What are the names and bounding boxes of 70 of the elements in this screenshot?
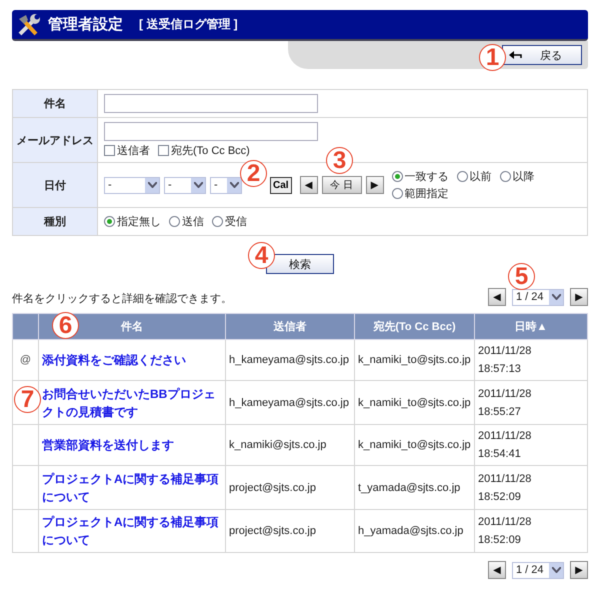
time-text: 18:54:41 — [478, 447, 522, 462]
radio-button[interactable] — [500, 171, 511, 182]
date-text: 2011/11/28 — [478, 386, 532, 402]
next-page-button[interactable]: ▶ — [570, 288, 588, 306]
sender-text: h_kameyama@sjts.co.jp — [229, 396, 349, 408]
date-text: 2011/11/28 — [478, 472, 532, 486]
date-text: 2011/11/28 — [478, 429, 532, 444]
column-header: 宛先(To Cc Bcc) — [354, 314, 474, 340]
radio-option[interactable]: 指定無し — [104, 214, 161, 229]
back-button[interactable]: 戻る — [502, 45, 582, 65]
date-text: 2011/11/28 — [478, 344, 532, 359]
field-label: 件名 — [12, 90, 98, 118]
sender-text: k_namiki@sjts.co.jp — [229, 439, 326, 451]
address-input[interactable] — [104, 122, 318, 141]
page-select[interactable]: 1 / 24 — [512, 288, 564, 306]
calendar-button[interactable]: Cal — [270, 176, 292, 194]
date-select[interactable]: - — [104, 176, 160, 194]
callout-number: 7 — [14, 386, 41, 413]
time-text: 18:57:13 — [478, 362, 522, 377]
recipient-text: k_namiki_to@sjts.co.jp — [358, 439, 471, 451]
checkbox[interactable] — [158, 145, 169, 156]
sender-text: project@sjts.co.jp — [229, 525, 316, 537]
recipient-text: h_yamada@sjts.co.jp — [358, 525, 464, 537]
recipient-text: t_yamada@sjts.co.jp — [358, 482, 460, 494]
radio-option[interactable]: 受信 — [212, 214, 247, 229]
field-label: メールアドレス — [12, 118, 98, 162]
column-header: 送信者 — [226, 314, 354, 340]
sender-text: project@sjts.co.jp — [229, 482, 316, 494]
radio-option[interactable]: 以前 — [456, 169, 492, 184]
radio-button[interactable] — [169, 216, 180, 227]
field-label: 種別 — [12, 208, 98, 236]
callout-number: 2 — [240, 160, 267, 187]
radio-option[interactable]: 送信 — [169, 214, 204, 229]
checkbox[interactable] — [104, 145, 115, 156]
page-subtitle: [ 送受信ログ管理 ] — [139, 16, 238, 33]
recipient-text: k_namiki_to@sjts.co.jp — [358, 354, 471, 366]
time-text: 18:52:09 — [478, 490, 522, 504]
recipient-text: k_namiki_to@sjts.co.jp — [358, 396, 471, 408]
radio-option[interactable]: 一致する — [392, 169, 449, 184]
time-text: 18:55:27 — [478, 404, 522, 420]
radio-button[interactable] — [392, 188, 403, 199]
radio-button[interactable] — [212, 216, 223, 227]
callout-number: 4 — [248, 242, 275, 269]
radio-option[interactable]: 範囲指定 — [392, 186, 449, 201]
previous-page-button[interactable]: ◀ — [488, 288, 506, 306]
radio-option[interactable]: 以降 — [500, 169, 535, 184]
callout-number: 5 — [508, 263, 535, 290]
date-text: 2011/11/28 — [478, 515, 532, 530]
radio-button[interactable] — [392, 171, 403, 182]
attachment-mark: @ — [20, 354, 32, 366]
back-arrow-icon — [509, 51, 523, 59]
today-button[interactable]: 今 日 — [322, 176, 362, 194]
date-select[interactable]: - — [164, 176, 206, 194]
page-select[interactable]: 1 / 24 — [512, 562, 564, 578]
date-select[interactable]: - — [210, 176, 242, 194]
previous-day-button[interactable]: ◀ — [300, 176, 318, 194]
sender-text: h_kameyama@sjts.co.jp — [229, 354, 349, 366]
next-day-button[interactable]: ▶ — [366, 176, 384, 194]
subject-input[interactable] — [104, 94, 318, 113]
field-label: 日付 — [12, 162, 98, 208]
radio-button[interactable] — [456, 171, 468, 182]
radio-button[interactable] — [104, 216, 115, 227]
previous-page-button[interactable]: ◀ — [488, 561, 506, 579]
checkbox-option[interactable]: 宛先(To Cc Bcc) — [158, 143, 250, 158]
checkbox-option[interactable]: 送信者 — [104, 143, 150, 158]
callout-number: 3 — [326, 147, 353, 174]
next-page-button[interactable]: ▶ — [570, 561, 588, 579]
hint-text: 件名をクリックすると詳細を確認できます。 — [12, 292, 232, 306]
time-text: 18:52:09 — [478, 533, 522, 548]
page-title: 管理者設定 — [48, 15, 123, 34]
